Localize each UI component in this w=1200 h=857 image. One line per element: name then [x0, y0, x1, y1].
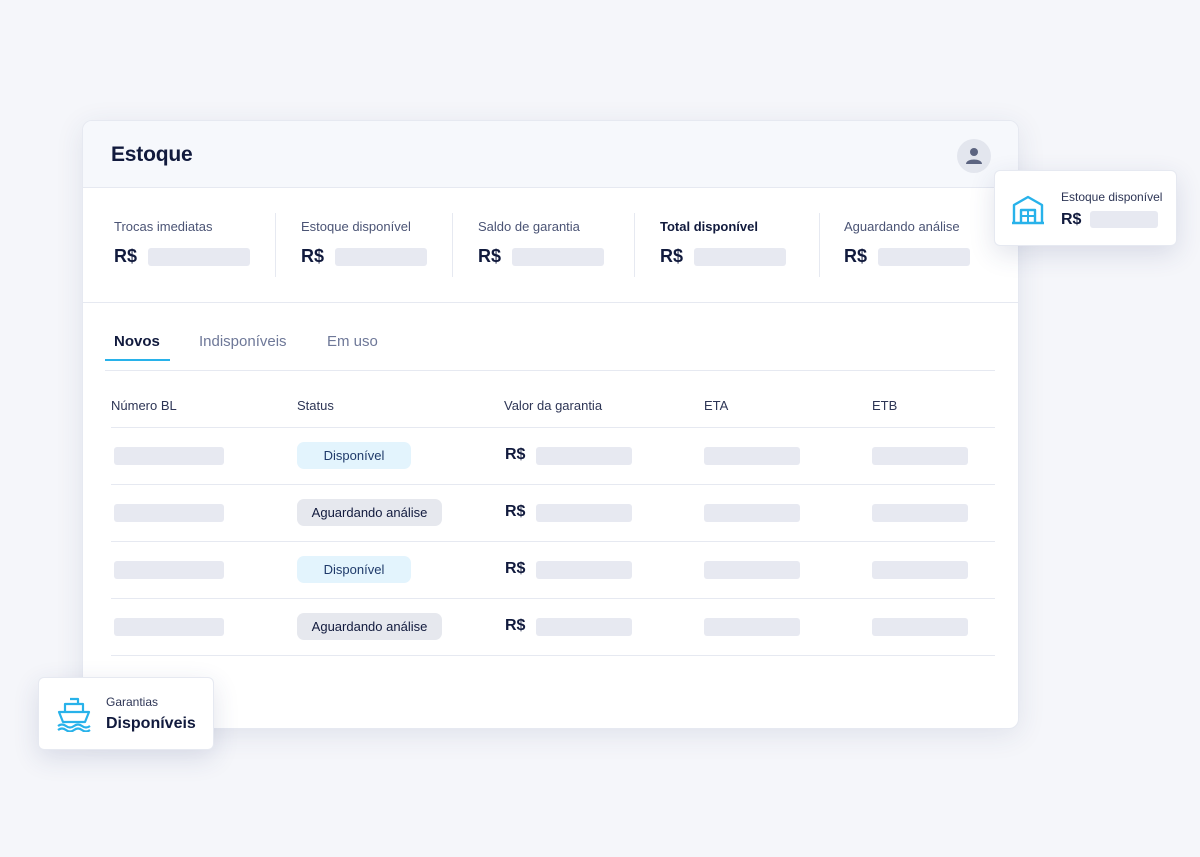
page-title: Estoque [111, 143, 193, 166]
table-row[interactable]: Disponível R$ [111, 428, 995, 485]
active-tab-indicator [105, 359, 170, 361]
summary-bar: Trocas imediatas R$ Estoque disponível R… [83, 188, 1018, 303]
summary-currency: R$ [844, 246, 868, 266]
column-header-etb: ETB [872, 398, 898, 413]
eta-placeholder [704, 561, 800, 579]
summary-label: Total disponível [660, 219, 758, 234]
table-row[interactable]: Aguardando análise R$ [111, 599, 995, 656]
summary-value-placeholder [512, 248, 604, 266]
tab-indisponiveis[interactable]: Indisponíveis [199, 333, 287, 350]
floating-guarantee-label: Garantias [106, 695, 159, 709]
guarantee-currency: R$ [505, 446, 526, 463]
floating-stock-card: Estoque disponível R$ [994, 170, 1177, 246]
ship-icon [57, 697, 91, 732]
floating-stock-currency: R$ [1061, 211, 1082, 228]
card-header: Estoque [83, 121, 1018, 188]
divider [819, 213, 820, 277]
bl-number-placeholder [114, 447, 224, 465]
summary-label: Trocas imediatas [114, 219, 213, 234]
divider [634, 213, 635, 277]
warehouse-icon [1012, 195, 1044, 225]
status-badge: Disponível [297, 556, 411, 583]
summary-currency: R$ [478, 246, 502, 266]
table-row[interactable]: Disponível R$ [111, 542, 995, 599]
guarantee-currency: R$ [505, 560, 526, 577]
floating-guarantee-card: Garantias Disponíveis [38, 677, 214, 750]
guarantee-value-placeholder [536, 447, 632, 465]
summary-currency: R$ [301, 246, 325, 266]
etb-placeholder [872, 504, 968, 522]
guarantee-currency: R$ [505, 617, 526, 634]
floating-stock-value-placeholder [1090, 211, 1158, 228]
stock-card: Estoque Trocas imediatas R$ Estoque disp… [82, 120, 1019, 729]
column-header-eta: ETA [704, 398, 729, 413]
divider [275, 213, 276, 277]
divider [452, 213, 453, 277]
table-row[interactable]: Aguardando análise R$ [111, 485, 995, 542]
guarantee-value-placeholder [536, 618, 632, 636]
summary-label: Estoque disponível [301, 219, 411, 234]
summary-value-placeholder [148, 248, 250, 266]
table-header: Número BL Status Valor da garantia ETA E… [111, 396, 995, 428]
eta-placeholder [704, 447, 800, 465]
bl-number-placeholder [114, 561, 224, 579]
user-icon [966, 148, 982, 164]
tab-bar: Novos Indisponíveis Em uso [105, 331, 995, 371]
summary-label: Aguardando análise [844, 219, 960, 234]
summary-value-placeholder [335, 248, 427, 266]
guarantee-currency: R$ [505, 503, 526, 520]
summary-value-placeholder [878, 248, 970, 266]
etb-placeholder [872, 561, 968, 579]
guarantee-value-placeholder [536, 504, 632, 522]
status-badge: Aguardando análise [297, 499, 442, 526]
etb-placeholder [872, 618, 968, 636]
floating-stock-label: Estoque disponível [1061, 190, 1163, 204]
summary-currency: R$ [114, 246, 138, 266]
avatar[interactable] [957, 139, 991, 173]
eta-placeholder [704, 618, 800, 636]
floating-guarantee-value: Disponíveis [106, 715, 196, 732]
summary-currency: R$ [660, 246, 684, 266]
column-header-status: Status [297, 398, 334, 413]
tab-novos[interactable]: Novos [114, 333, 160, 350]
column-header-valor-garantia: Valor da garantia [504, 398, 603, 413]
status-badge: Disponível [297, 442, 411, 469]
summary-value-placeholder [694, 248, 786, 266]
etb-placeholder [872, 447, 968, 465]
bl-number-placeholder [114, 504, 224, 522]
status-badge: Aguardando análise [297, 613, 442, 640]
column-header-numero-bl: Número BL [111, 398, 177, 413]
guarantee-value-placeholder [536, 561, 632, 579]
eta-placeholder [704, 504, 800, 522]
bl-number-placeholder [114, 618, 224, 636]
tab-em-uso[interactable]: Em uso [327, 333, 378, 350]
summary-label: Saldo de garantia [478, 219, 580, 234]
